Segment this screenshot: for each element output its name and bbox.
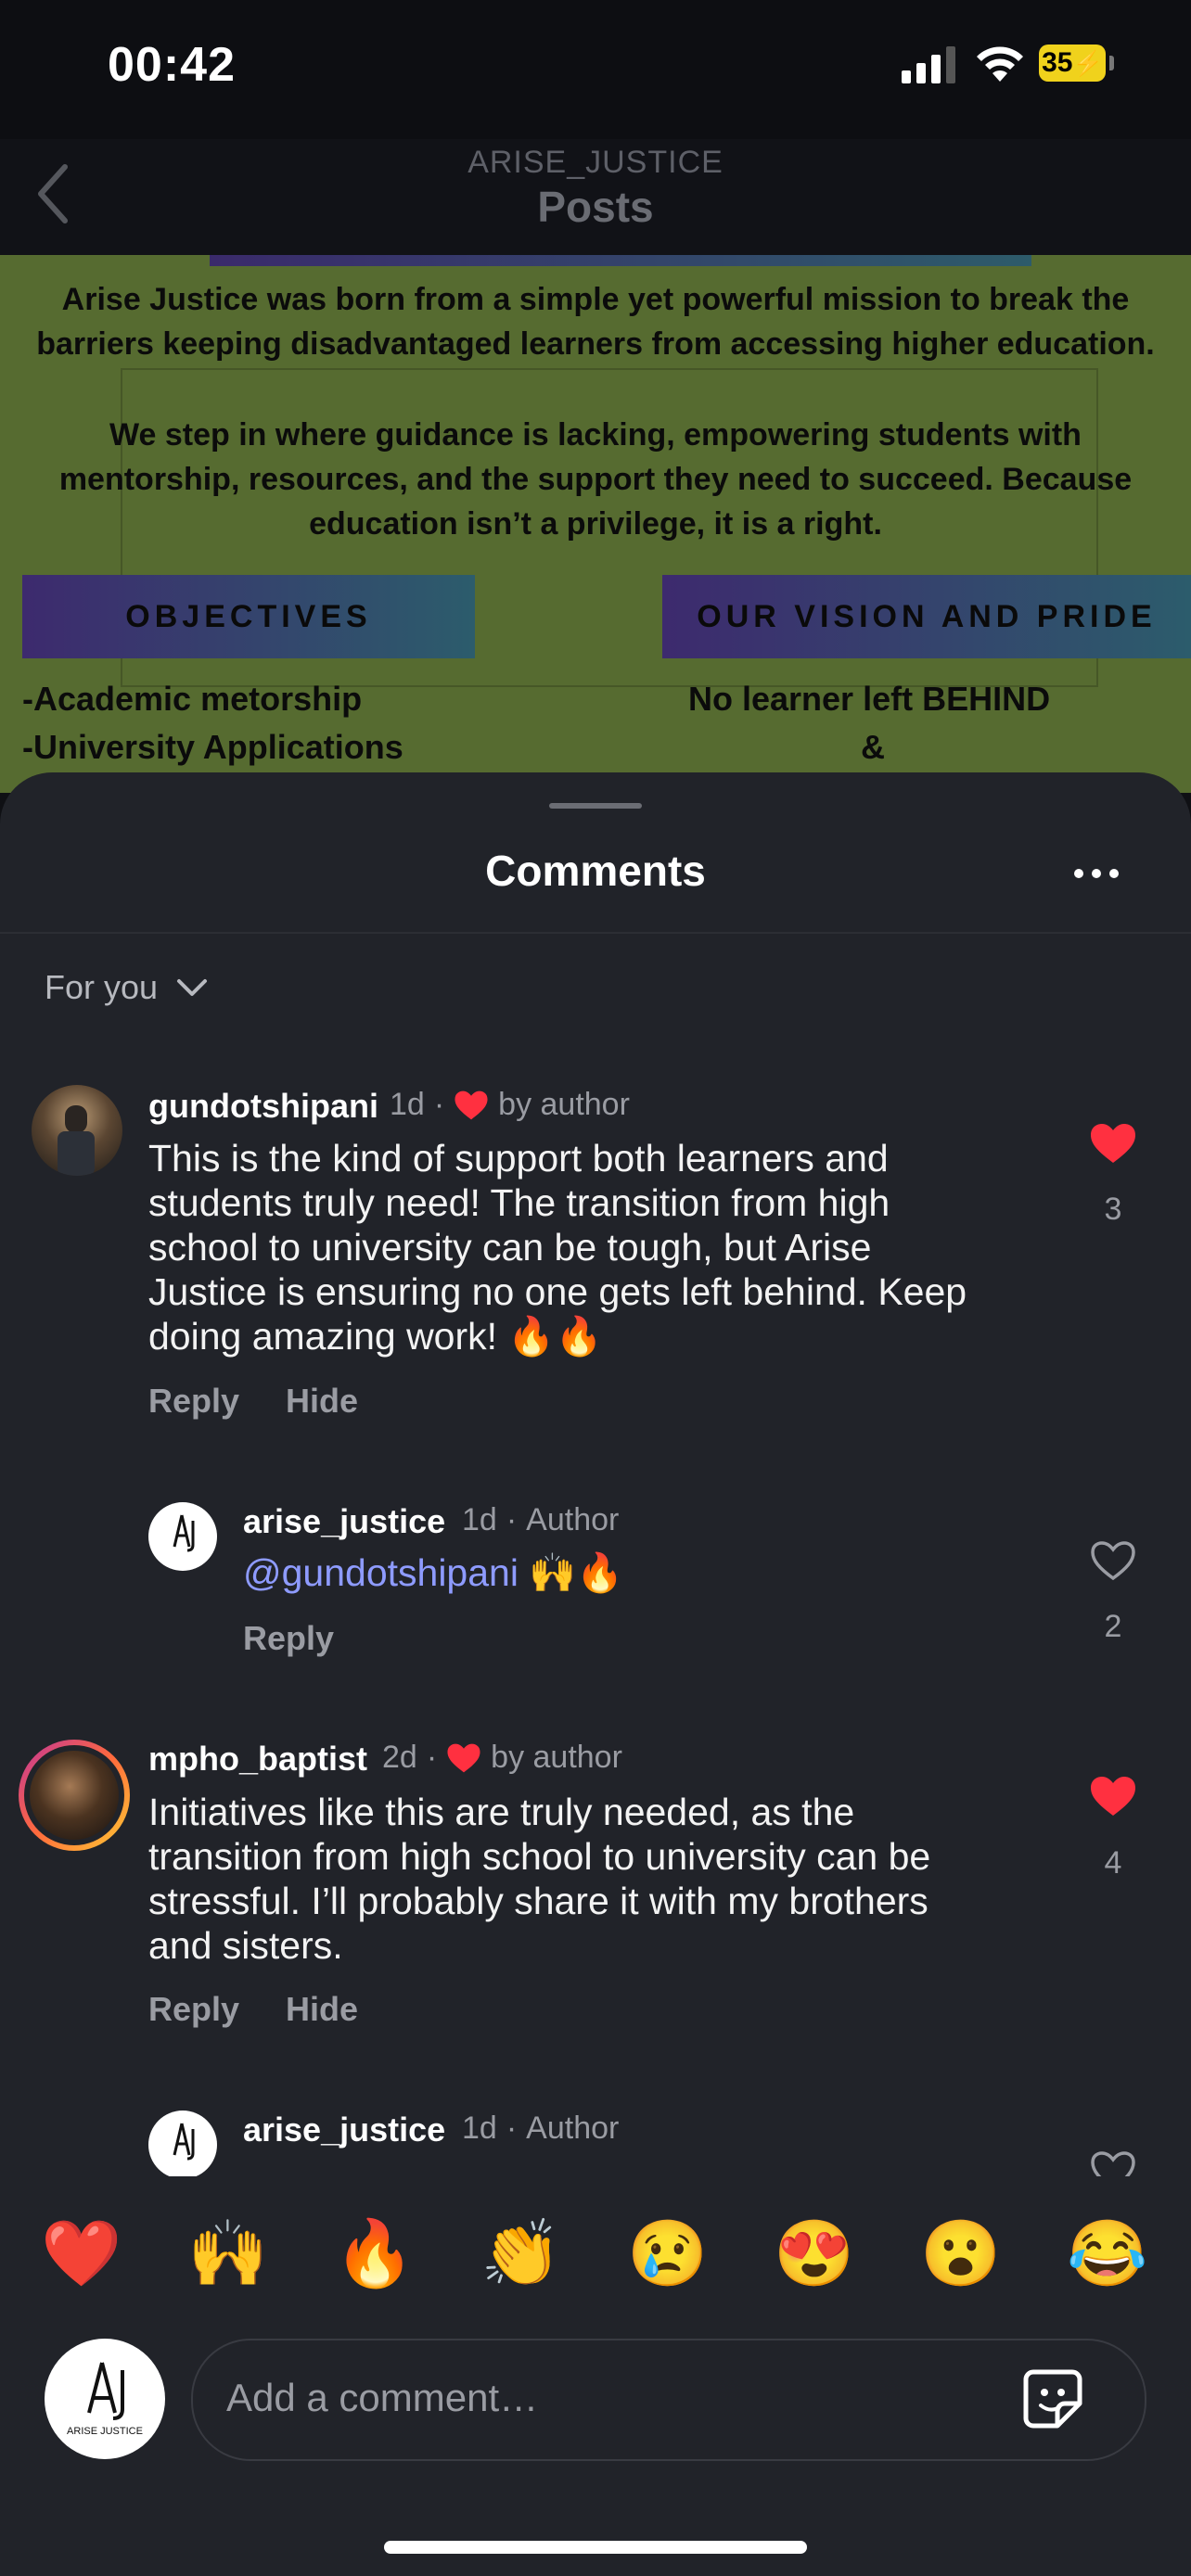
comment-actions: Reply Hide [148, 1382, 358, 1421]
comment-meta: 1d · Author [462, 2111, 620, 2146]
divider [0, 932, 1191, 934]
emoji-heart-eyes[interactable]: 😍 [768, 2207, 861, 2300]
like-count: 3 [1104, 1192, 1122, 1227]
emoji-fire[interactable]: 🔥 [328, 2207, 421, 2300]
heart-filled-icon [455, 1090, 488, 1119]
status-time: 00:42 [108, 38, 236, 92]
mention-link[interactable]: @gundotshipani [243, 1551, 519, 1594]
comment-meta: 1d · by author [390, 1087, 630, 1122]
page-title: Posts [537, 183, 654, 231]
battery-icon: 35 ⚡ [1039, 45, 1114, 83]
objective-item: -University Applications [22, 728, 403, 766]
emoji-reaction-bar: ❤️ 🙌 🔥 👏 😢 😍 😮 😂 [0, 2207, 1191, 2300]
emoji-crying[interactable]: 😢 [621, 2207, 714, 2300]
objective-item: -Academic metorship [22, 680, 363, 718]
reply-emojis: 🙌🔥 [529, 1551, 624, 1594]
avatar-logo-text: ARISE JUSTICE [67, 2426, 143, 2437]
emoji-heart[interactable]: ❤️ [35, 2207, 128, 2300]
cellular-signal-icon [902, 46, 955, 83]
vision-line: No learner left BEHIND [688, 680, 1051, 718]
vision-label: OUR VISION AND PRIDE [662, 575, 1191, 658]
comment-actions: Reply Hide [148, 1990, 358, 2029]
header-account: ARISE_JUSTICE [467, 145, 724, 180]
post-intro-2: barriers keeping disadvantaged learners … [36, 326, 1155, 362]
post-body-3: education isn’t a privilege, it is a rig… [309, 506, 882, 542]
comment-username[interactable]: mpho_baptist [148, 1740, 367, 1779]
comment-age: 1d [390, 1087, 425, 1122]
post-body-2: mentorship, resources, and the support t… [58, 462, 1133, 497]
comment-meta: 1d · Author [462, 1502, 620, 1537]
like-count: 2 [1104, 1609, 1122, 1644]
my-avatar: ARISE JUSTICE [45, 2339, 165, 2459]
comment-age: 1d [462, 1502, 497, 1537]
comment-text: @gundotshipani 🙌🔥 [243, 1550, 623, 1595]
avatar[interactable] [32, 1085, 122, 1176]
vision-line: & [861, 728, 885, 766]
comment-username[interactable]: arise_justice [243, 2111, 445, 2149]
hide-button[interactable]: Hide [286, 1382, 358, 1421]
heart-filled-icon [447, 1743, 480, 1772]
heart-filled-icon[interactable] [1089, 1775, 1137, 1817]
objectives-label: OBJECTIVES [22, 575, 475, 658]
author-badge: Author [526, 1502, 620, 1537]
comment-actions: Reply [243, 1619, 334, 1658]
reply-button[interactable]: Reply [148, 1382, 239, 1421]
heart-filled-icon[interactable] [1089, 1122, 1137, 1165]
comment-username[interactable]: gundotshipani [148, 1087, 378, 1126]
like-count: 4 [1104, 1845, 1122, 1881]
reply-button[interactable]: Reply [148, 1990, 239, 2029]
emoji-surprised[interactable]: 😮 [915, 2207, 1007, 2300]
comment-input-placeholder: Add a comment… [226, 2376, 539, 2419]
comment-text: Initiatives like this are truly needed, … [148, 1791, 931, 1967]
battery-level: 35 [1042, 47, 1073, 78]
comment-age: 2d [382, 1740, 417, 1775]
filter-label: For you [45, 968, 159, 1006]
home-indicator[interactable] [384, 2541, 807, 2554]
emoji-clap[interactable]: 👏 [475, 2207, 568, 2300]
post-intro-1: Arise Justice was born from a simple yet… [61, 282, 1130, 317]
avatar-story-ring[interactable] [19, 1740, 130, 1851]
status-bar: 00:42 35 ⚡ [0, 0, 1191, 139]
post-image: Arise Justice was born from a simple yet… [0, 255, 1191, 793]
reply-button[interactable]: Reply [243, 1619, 334, 1658]
avatar[interactable] [148, 2111, 217, 2179]
post-body-1: We step in where guidance is lacking, em… [109, 417, 1082, 453]
author-badge: Author [526, 2111, 620, 2146]
hide-button[interactable]: Hide [286, 1990, 358, 2029]
avatar[interactable] [148, 1502, 217, 1571]
comments-title: Comments [485, 847, 706, 895]
sheet-grab-handle[interactable] [549, 803, 642, 809]
more-options-icon[interactable] [1074, 857, 1126, 890]
by-author-badge: by author [491, 1740, 622, 1775]
by-author-badge: by author [498, 1087, 630, 1122]
sticker-icon[interactable] [1020, 2366, 1085, 2431]
heart-outline-icon[interactable] [1089, 1539, 1137, 1582]
comment-age: 1d [462, 2111, 497, 2146]
wifi-icon [977, 46, 1023, 82]
comment-text: This is the kind of support both learner… [148, 1137, 967, 1358]
filter-dropdown[interactable]: For you [45, 968, 208, 1007]
comment-meta: 2d · by author [382, 1740, 622, 1775]
emoji-raised-hands[interactable]: 🙌 [182, 2207, 275, 2300]
emoji-laughing[interactable]: 😂 [1061, 2207, 1154, 2300]
comment-username[interactable]: arise_justice [243, 1502, 445, 1541]
chevron-down-icon [177, 979, 208, 996]
